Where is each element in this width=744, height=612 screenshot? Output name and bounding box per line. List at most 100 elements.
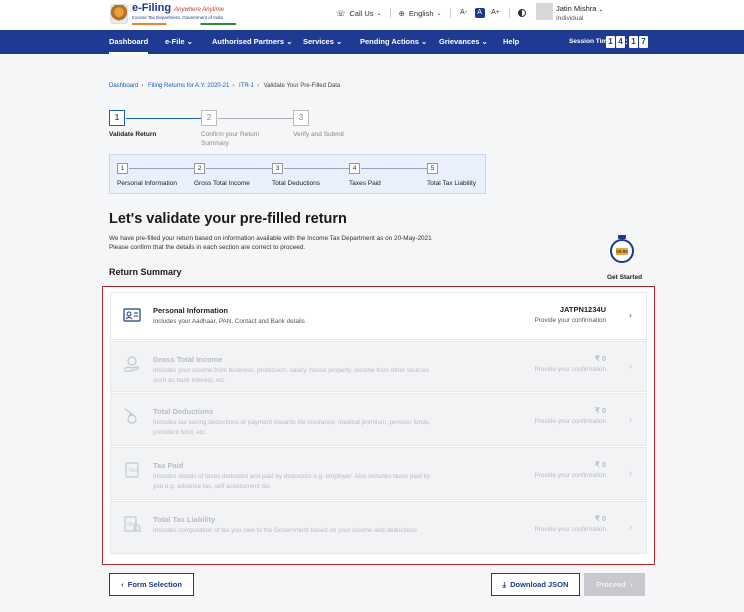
substep-2-box: 2 — [194, 163, 205, 174]
nav-pending-actions-label: Pending Actions — [360, 37, 419, 46]
download-json-label: Download JSON — [510, 580, 569, 589]
contrast-toggle-icon[interactable] — [517, 9, 526, 17]
nav-help[interactable]: Help — [503, 30, 519, 54]
avatar[interactable] — [536, 3, 553, 20]
call-us-label: Call Us — [349, 8, 374, 18]
substep-connector — [284, 168, 349, 169]
step-2-label: Confirm your Return Summary — [201, 131, 260, 147]
substep-panel: 1 2 3 4 5 Personal Information Gross Tot… — [109, 154, 486, 194]
breadcrumb-current: Validate Your Pre-Filled Data — [263, 83, 341, 89]
substep-2-label: Gross Total Income — [194, 180, 250, 187]
user-menu[interactable]: Jatin Mishra ⌄ — [556, 4, 604, 13]
substep-4-box: 4 — [349, 163, 360, 174]
tax-liability-icon: TAX — [124, 516, 142, 533]
row-description: Includes your Aadhaar, PAN, Contact and … — [153, 318, 305, 325]
return-summary-list: Personal Information Includes your Aadha… — [102, 286, 655, 565]
session-digit: 7 — [639, 36, 648, 48]
nav-efile[interactable]: e-File ⌄ — [165, 30, 193, 54]
session-time-label: Session Time — [569, 38, 611, 45]
summary-row-personal-info[interactable]: Personal Information Includes your Aadha… — [110, 292, 647, 340]
row-description: Includes computation of tax you owe to t… — [153, 527, 417, 534]
deductions-icon — [124, 408, 137, 424]
user-name: Jatin Mishra — [556, 4, 597, 13]
user-role: Individual — [556, 15, 584, 22]
chevron-down-icon: ⌄ — [598, 7, 604, 13]
step-2-box: 2 — [201, 110, 217, 126]
font-normal-button[interactable]: A — [474, 8, 485, 18]
row-title: Gross Total Income — [153, 355, 223, 364]
return-summary-title: Return Summary — [109, 267, 182, 277]
nav-authorised-partners-label: Authorised Partners — [212, 37, 285, 46]
chevron-right-icon: › — [630, 580, 633, 589]
nav-services[interactable]: Services ⌄ — [303, 30, 342, 54]
nav-authorised-partners[interactable]: Authorised Partners ⌄ — [212, 30, 292, 54]
language-label: English — [408, 8, 434, 18]
step-3-label: Verify and Submit — [293, 131, 344, 138]
substep-1-box: 1 — [117, 163, 128, 174]
substep-5-box: 5 — [427, 163, 438, 174]
nav-services-label: Services — [303, 37, 334, 46]
nav-grievances-label: Grievances — [439, 37, 480, 46]
national-emblem-icon — [110, 3, 128, 24]
top-header: e-Filing Anywhere Anytime Income Tax Dep… — [0, 0, 744, 30]
row-confirmation: Provide your confirmation — [534, 418, 606, 425]
substep-3-box: 3 — [272, 163, 283, 174]
substep-3-label: Total Deductions — [272, 180, 321, 187]
main-nav: Dashboard e-File ⌄ Authorised Partners ⌄… — [0, 30, 744, 54]
summary-row-tax-liability: TAX Total Tax Liability Includes computa… — [110, 501, 647, 554]
chevron-right-icon: › — [629, 468, 632, 478]
get-started-link[interactable]: Get Started — [607, 274, 642, 281]
proceed-button: Proceed › — [584, 573, 645, 596]
tax-paid-icon: TAX — [125, 462, 139, 478]
step-1-box: 1 — [109, 110, 125, 126]
step-connector — [218, 118, 293, 119]
step-1-label: Validate Return — [109, 131, 157, 138]
session-digit: 1 — [606, 36, 615, 48]
summary-row-gross-income: Gross Total Income Includes your income … — [110, 341, 647, 392]
proceed-label: Proceed — [596, 580, 626, 589]
efiling-logo[interactable]: e-Filing Anywhere Anytime Income Tax Dep… — [110, 3, 236, 25]
breadcrumb-itr1[interactable]: ITR-1 — [239, 83, 254, 89]
page-description: We have pre-filled your return based on … — [109, 234, 432, 252]
page-title: Let's validate your pre-filled return — [109, 211, 347, 227]
nav-grievances[interactable]: Grievances ⌄ — [439, 30, 488, 54]
row-title: Total Tax Liability — [153, 515, 216, 524]
chevron-down-icon: ⌄ — [376, 10, 382, 17]
breadcrumb-dashboard[interactable]: Dashboard — [109, 83, 138, 89]
logo-subtitle: Income Tax Department, Government of Ind… — [132, 15, 223, 20]
download-json-button[interactable]: ⤓ Download JSON — [491, 573, 580, 596]
call-us-dropdown[interactable]: ☏ Call Us ⌄ — [336, 9, 382, 18]
row-description: Includes tax saving deductions or paymen… — [153, 419, 431, 436]
row-description: Includes your income from business, prof… — [153, 367, 429, 384]
step-connector — [126, 118, 201, 119]
row-description: Includes details of taxes deducted and p… — [153, 473, 431, 490]
breadcrumb-filing-returns[interactable]: Filing Returns for A.Y. 2020-21 — [148, 83, 229, 89]
language-dropdown[interactable]: ⊕ English ⌄ — [399, 9, 442, 18]
row-title: Total Deductions — [153, 407, 214, 416]
logo-main-text: e-Filing — [132, 2, 172, 14]
row-confirmation: Provide your confirmation — [534, 526, 606, 533]
substep-connector — [129, 168, 194, 169]
nav-efile-label: e-File — [165, 37, 185, 46]
row-value: JATPN1234U — [559, 305, 606, 314]
breadcrumb: Dashboard › Filing Returns for A.Y. 2020-… — [109, 83, 341, 89]
logo-tagline: Anywhere Anytime — [174, 7, 224, 13]
substep-connector — [206, 168, 272, 169]
income-icon — [123, 356, 139, 372]
row-value: ₹ 0 — [594, 514, 606, 523]
description-line-2: Please confirm that the details in each … — [109, 244, 306, 251]
row-confirmation: Provide your confirmation — [534, 366, 606, 373]
form-selection-label: Form Selection — [127, 580, 182, 589]
substep-1-label: Personal Information — [117, 180, 177, 187]
form-selection-button[interactable]: ‹ Form Selection — [109, 573, 194, 596]
chevron-right-icon[interactable]: › — [629, 310, 632, 320]
timer-display: 00:00 — [616, 248, 628, 255]
nav-pending-actions[interactable]: Pending Actions ⌄ — [360, 30, 427, 54]
personal-info-icon — [123, 308, 141, 322]
font-increase-button[interactable]: A+ — [491, 8, 501, 18]
stopwatch-icon[interactable]: 00:00 — [609, 235, 635, 265]
session-digit: 1 — [629, 36, 638, 48]
substep-connector — [361, 168, 427, 169]
font-decrease-button[interactable]: A- — [459, 8, 469, 18]
nav-dashboard[interactable]: Dashboard — [109, 30, 149, 54]
